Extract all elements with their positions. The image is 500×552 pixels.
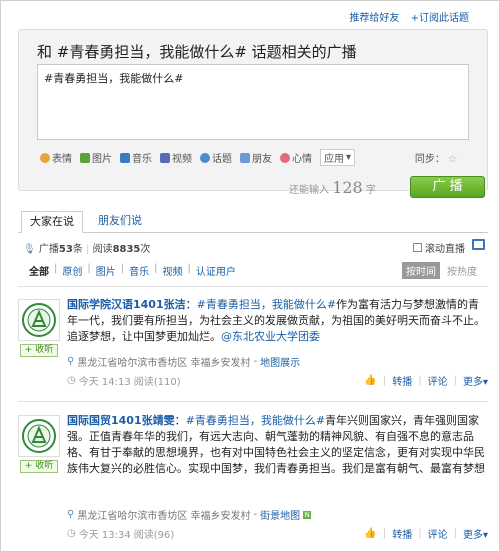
sort-options: 按时间 按热度 xyxy=(402,262,481,279)
post-content: 国际国贸1401张靖雯：#青春勇担当，我能做什么#青年兴则国家兴，青年强则国家强… xyxy=(67,414,485,475)
music-icon xyxy=(120,152,130,163)
scroll-live-checkbox[interactable] xyxy=(413,243,422,252)
filter-video[interactable]: 视频 xyxy=(163,263,183,278)
image-icon xyxy=(80,152,90,163)
broadcast-composer: 和 #青春勇担当，我能做什么# 话题相关的广播 #青春勇担当，我能做什么# 表情… xyxy=(18,29,488,198)
divider xyxy=(18,286,488,287)
post-meta: ◷ 今天 14:13 阅读(110) xyxy=(67,373,181,388)
comment-button[interactable]: 评论 xyxy=(428,373,448,388)
post-topic-link[interactable]: #青春勇担当，我能做什么# xyxy=(186,414,325,427)
sort-by-time[interactable]: 按时间 xyxy=(402,262,440,279)
composer-title: 和 #青春勇担当，我能做什么# 话题相关的广播 xyxy=(37,43,357,61)
subscribe-topic-link[interactable]: +订阅此话题 xyxy=(411,13,469,24)
clock-icon: ◷ xyxy=(67,528,76,539)
char-counter: 还能输入 128 字 xyxy=(289,178,376,197)
post-mention[interactable]: @东北农业大学团委 xyxy=(221,330,320,343)
sync-setting[interactable]: 同步： ☆ xyxy=(415,150,457,165)
toolbar-video[interactable]: 视频 xyxy=(160,149,192,166)
toolbar-music[interactable]: 音乐 xyxy=(120,149,152,166)
feed-filters: 全部 | 原创 | 图片 | 音乐 | 视频 | 认证用户 xyxy=(29,263,236,278)
thumbs-up-icon[interactable]: 👍 xyxy=(364,375,376,386)
post-topic-link[interactable]: #青春勇担当，我能做什么# xyxy=(197,298,336,311)
filter-original[interactable]: 原创 xyxy=(62,263,82,278)
toolbar-image[interactable]: 图片 xyxy=(80,149,112,166)
monitor-icon[interactable] xyxy=(472,239,485,250)
post-actions: 👍 | 转播 | 评论 | 更多▾ xyxy=(364,526,488,541)
post-actions: 👍 | 转播 | 评论 | 更多▾ xyxy=(364,373,488,388)
sort-by-heat[interactable]: 按热度 xyxy=(443,262,481,279)
feed-item: + 收听 国际国贸1401张靖雯：#青春勇担当，我能做什么#青年兴则国家兴，青年… xyxy=(18,409,488,549)
composer-toolbar: 表情 图片 音乐 视频 话题 朋友 心情 应用 ▾ xyxy=(40,149,356,166)
topic-icon xyxy=(200,152,210,163)
clock-icon: ◷ xyxy=(67,375,76,386)
avatar[interactable] xyxy=(18,299,60,341)
post-reads: 阅读(110) xyxy=(133,377,181,388)
star-icon[interactable]: ☆ xyxy=(448,154,457,165)
filter-all[interactable]: 全部 xyxy=(29,263,49,278)
toolbar-emoji[interactable]: 表情 xyxy=(40,149,72,166)
post-meta: ◷ 今天 13:34 阅读(96) xyxy=(67,526,174,541)
broadcast-textarea[interactable]: #青春勇担当，我能做什么# xyxy=(37,64,469,140)
topic-stats: 🎙 广播53条 | 阅读8835次 xyxy=(23,244,151,255)
tab-friends[interactable]: 朋友们说 xyxy=(90,211,150,233)
more-button[interactable]: 更多▾ xyxy=(463,526,488,541)
recommend-link[interactable]: 推荐给好友 xyxy=(349,13,399,24)
header-links: 推荐给好友 +订阅此话题 xyxy=(341,9,469,24)
tab-everyone[interactable]: 大家在说 xyxy=(21,211,83,233)
broadcast-button[interactable]: 广 播 xyxy=(410,176,485,198)
chevron-down-icon: ▾ xyxy=(482,377,488,388)
filter-verified[interactable]: 认证用户 xyxy=(196,263,236,278)
post-time[interactable]: 今天 13:34 xyxy=(79,526,131,541)
chevron-down-icon: ▾ xyxy=(482,530,488,541)
post-location: ⚲ 黑龙江省哈尔滨市香坊区 幸福乡安发村 - 街景地图 N xyxy=(67,507,312,522)
smiley-icon xyxy=(40,152,50,163)
post-author[interactable]: 国际学院汉语1401张洁 xyxy=(67,298,186,311)
post-author[interactable]: 国际国贸1401张靖雯 xyxy=(67,414,175,427)
friend-icon xyxy=(240,152,250,163)
post-time[interactable]: 今天 14:13 xyxy=(79,373,131,388)
page-frame: 推荐给好友 +订阅此话题 和 #青春勇担当，我能做什么# 话题相关的广播 #青春… xyxy=(0,0,500,552)
follow-button[interactable]: + 收听 xyxy=(20,460,58,473)
toolbar-mood[interactable]: 心情 xyxy=(280,149,312,166)
street-view-link[interactable]: 街景地图 xyxy=(260,507,300,522)
post-location: ⚲ 黑龙江省哈尔滨市香坊区 幸福乡安发村 - 地图展示 xyxy=(67,354,301,369)
toolbar-app-dropdown[interactable]: 应用 ▾ xyxy=(320,149,356,166)
scroll-live-toggle[interactable]: 滚动直播 xyxy=(413,240,465,255)
toolbar-friend[interactable]: 朋友 xyxy=(240,149,272,166)
thumbs-up-icon[interactable]: 👍 xyxy=(364,528,376,539)
heart-icon xyxy=(280,152,290,163)
mic-icon: 🎙 xyxy=(23,244,36,255)
location-pin-icon: ⚲ xyxy=(67,509,75,520)
repost-button[interactable]: 转播 xyxy=(392,373,412,388)
follow-button[interactable]: + 收听 xyxy=(20,344,58,357)
more-button[interactable]: 更多▾ xyxy=(463,373,488,388)
toolbar-topic[interactable]: 话题 xyxy=(200,149,232,166)
post-content: 国际学院汉语1401张洁：#青春勇担当，我能做什么#作为富有活力与梦想激情的青年… xyxy=(67,298,485,343)
post-reads: 阅读(96) xyxy=(133,530,175,541)
school-logo-icon xyxy=(22,419,56,453)
feed-tabs: 大家在说 朋友们说 xyxy=(18,211,488,233)
school-logo-icon xyxy=(22,303,56,337)
repost-button[interactable]: 转播 xyxy=(392,526,412,541)
street-view-icon: N xyxy=(303,510,312,519)
map-link[interactable]: 地图展示 xyxy=(260,354,300,369)
filter-music[interactable]: 音乐 xyxy=(129,263,149,278)
location-pin-icon: ⚲ xyxy=(67,356,75,367)
avatar[interactable] xyxy=(18,415,60,457)
chevron-down-icon: ▾ xyxy=(346,152,352,163)
video-icon xyxy=(160,152,170,163)
comment-button[interactable]: 评论 xyxy=(428,526,448,541)
filter-image[interactable]: 图片 xyxy=(96,263,116,278)
feed-item: + 收听 国际学院汉语1401张洁：#青春勇担当，我能做什么#作为富有活力与梦想… xyxy=(18,293,488,397)
divider xyxy=(18,401,488,402)
